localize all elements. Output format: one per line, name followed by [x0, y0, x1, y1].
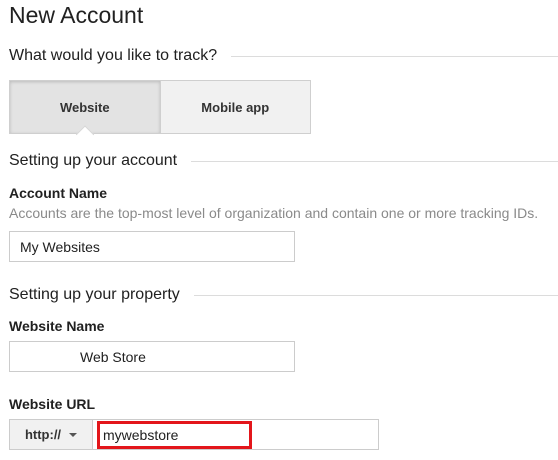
property-section-heading-text: Setting up your property	[9, 286, 180, 303]
website-url-input[interactable]	[97, 421, 252, 449]
page-title: New Account	[9, 2, 144, 28]
section-divider	[191, 160, 558, 162]
account-name-help-text: Accounts are the top-most level of organ…	[9, 205, 539, 221]
track-type-toggle: Website Mobile app	[9, 80, 311, 134]
track-section-heading: What would you like to track?	[9, 47, 558, 65]
account-section-heading: Setting up your account	[9, 152, 558, 170]
section-divider	[231, 55, 558, 57]
property-section-heading: Setting up your property	[9, 286, 558, 304]
website-url-label: Website URL	[9, 396, 96, 412]
section-divider	[193, 294, 558, 296]
website-url-field	[93, 419, 379, 450]
website-name-label: Website Name	[9, 318, 105, 334]
chevron-down-icon	[69, 432, 78, 437]
account-name-input[interactable]	[9, 231, 295, 262]
protocol-select[interactable]: http://	[9, 419, 93, 450]
website-option-button[interactable]: Website	[10, 81, 161, 133]
track-section-heading-text: What would you like to track?	[9, 47, 218, 64]
account-name-label: Account Name	[9, 185, 108, 201]
mobile-app-option-button[interactable]: Mobile app	[160, 81, 310, 133]
protocol-select-value: http://	[24, 427, 62, 442]
account-section-heading-text: Setting up your account	[9, 152, 178, 169]
website-name-input[interactable]	[9, 341, 295, 372]
